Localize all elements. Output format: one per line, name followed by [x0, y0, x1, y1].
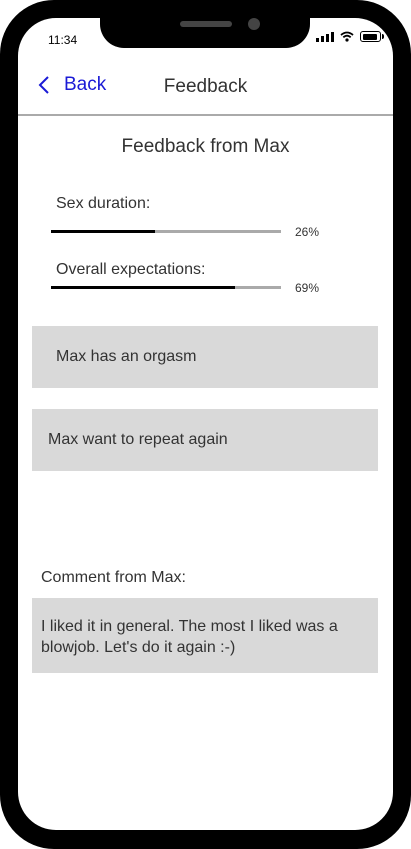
statement-text: Max has an orgasm [56, 348, 197, 365]
comment-label: Comment from Max: [41, 569, 186, 586]
status-icons [316, 31, 384, 42]
signal-icon [316, 31, 334, 42]
camera [248, 18, 260, 30]
progress-track-overall-expectations [51, 286, 281, 289]
progress-fill-overall-expectations [51, 286, 235, 289]
battery-icon [360, 31, 384, 42]
page-title: Feedback [163, 76, 248, 97]
status-time: 11:34 [48, 33, 78, 47]
speaker [180, 21, 232, 27]
metric-percent-sex-duration: 26% [295, 225, 320, 239]
progress-fill-sex-duration [51, 230, 155, 233]
statement-text: Max want to repeat again [48, 431, 228, 448]
notch [100, 18, 310, 48]
metric-label-overall-expectations: Overall expectations: [56, 261, 206, 278]
metric-label-sex-duration: Sex duration: [56, 195, 151, 212]
wifi-icon [340, 31, 354, 42]
comment-box: I liked it in general. The most I liked … [32, 598, 378, 673]
statement-card: Max has an orgasm [32, 326, 378, 388]
metric-percent-overall-expectations: 69% [295, 281, 320, 295]
comment-text: I liked it in general. The most I liked … [41, 618, 338, 656]
statement-card: Max want to repeat again [32, 409, 378, 471]
phone-frame: 11:34 Back Feedback Feedback from Max Se… [0, 0, 411, 849]
feedback-title: Feedback from Max [121, 136, 290, 157]
phone-screen: 11:34 Back Feedback Feedback from Max Se… [18, 18, 393, 830]
progress-track-sex-duration [51, 230, 281, 233]
nav-bar: Back Feedback [18, 68, 393, 116]
